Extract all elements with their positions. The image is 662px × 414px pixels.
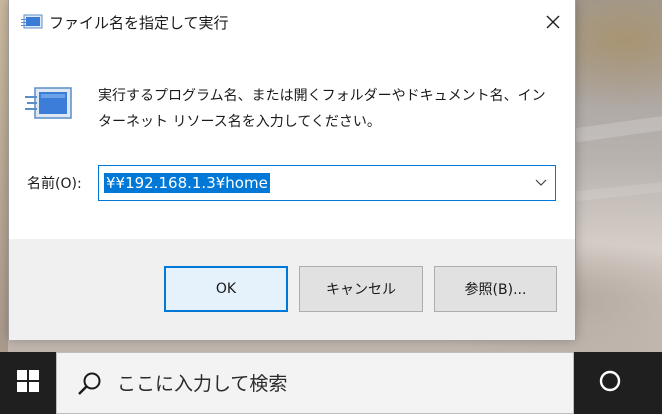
start-button[interactable] — [0, 352, 56, 414]
dialog-title: ファイル名を指定して実行 — [49, 14, 229, 32]
dialog-content: 実行するプログラム名、または開くフォルダーやドキュメント名、イン ターネット リ… — [9, 44, 575, 239]
dialog-titlebar[interactable]: ファイル名を指定して実行 — [9, 0, 575, 44]
cortana-button[interactable] — [584, 352, 636, 414]
description-line: ターネット リソース名を入力してください。 — [98, 114, 381, 130]
browse-button[interactable]: 参照(B)... — [434, 266, 557, 312]
ok-button[interactable]: OK — [164, 266, 288, 312]
cortana-circle-icon — [598, 369, 622, 397]
wallpaper-streak — [574, 111, 662, 143]
name-input-value[interactable]: ¥¥192.168.1.3¥home — [104, 173, 270, 193]
run-icon — [21, 14, 43, 30]
taskbar: ここに入力して検索 — [0, 352, 662, 414]
run-icon — [25, 84, 73, 124]
dialog-footer: OK キャンセル 参照(B)... — [9, 239, 575, 340]
wallpaper-streak — [574, 178, 662, 202]
description-line: 実行するプログラム名、または開くフォルダーやドキュメント名、イン — [98, 88, 546, 104]
windows-logo-icon — [17, 370, 39, 396]
taskbar-search-box[interactable]: ここに入力して検索 — [56, 352, 574, 414]
name-label: 名前(O): — [27, 176, 82, 192]
search-placeholder: ここに入力して検索 — [117, 373, 288, 395]
chevron-down-icon[interactable] — [533, 175, 549, 191]
wallpaper-edge — [0, 0, 8, 352]
name-combobox[interactable]: ¥¥192.168.1.3¥home — [98, 165, 556, 201]
close-icon[interactable] — [539, 8, 567, 36]
dialog-description: 実行するプログラム名、または開くフォルダーやドキュメント名、イン ターネット リ… — [98, 83, 558, 135]
run-dialog: ファイル名を指定して実行 実行するプログラム名、または開くフォルダーやドキュメン… — [8, 0, 576, 340]
search-icon — [77, 371, 103, 397]
cancel-button[interactable]: キャンセル — [299, 266, 423, 312]
